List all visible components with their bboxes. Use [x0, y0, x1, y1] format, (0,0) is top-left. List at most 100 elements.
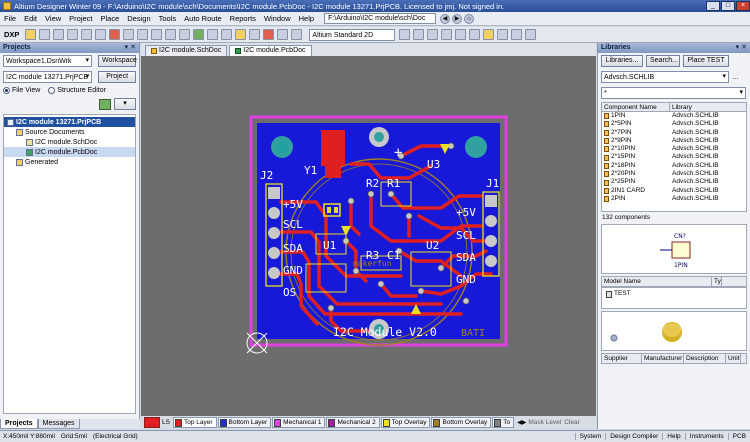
- col-supplier[interactable]: Supplier: [602, 354, 642, 363]
- nav-home-icon[interactable]: ⌂: [464, 13, 475, 24]
- col-library[interactable]: Library: [670, 103, 692, 111]
- layer-tab-top[interactable]: Top Layer: [172, 417, 217, 428]
- menu-help[interactable]: Help: [299, 14, 314, 23]
- folder-menu-button[interactable]: ▾: [114, 98, 136, 110]
- scroll-left-icon[interactable]: ◀▶: [517, 419, 526, 426]
- refresh-icon[interactable]: [99, 98, 111, 110]
- deselect-icon[interactable]: [179, 29, 191, 40]
- place-component-icon[interactable]: [525, 29, 537, 40]
- tree-pcbdoc[interactable]: I2C module.PcbDoc: [4, 147, 135, 157]
- undo-icon[interactable]: [207, 29, 219, 40]
- menu-tools[interactable]: Tools: [159, 14, 177, 23]
- component-row[interactable]: 2*15PIN Advsch.SCHLIB: [602, 153, 746, 161]
- tree-source-documents[interactable]: Source Documents: [4, 127, 135, 137]
- menu-file[interactable]: File: [4, 14, 16, 23]
- layer-tab-more[interactable]: To: [492, 417, 515, 428]
- menu-window[interactable]: Window: [264, 14, 291, 23]
- clear-button[interactable]: Clear: [564, 419, 580, 426]
- save-icon[interactable]: [39, 29, 51, 40]
- layers-icon[interactable]: [291, 29, 303, 40]
- place-button[interactable]: Place TEST: [683, 55, 729, 67]
- copy-icon[interactable]: [123, 29, 135, 40]
- layer-tab-top-overlay[interactable]: Top Overlay: [380, 417, 431, 428]
- project-button[interactable]: Project: [98, 71, 136, 83]
- component-row[interactable]: 2PIN Advsch.SCHLIB: [602, 195, 746, 203]
- nav-back-icon[interactable]: ◀: [440, 13, 451, 24]
- col-component-name[interactable]: Component Name: [602, 103, 670, 111]
- workspace-select[interactable]: Workspace1.DsnWrk: [3, 55, 92, 67]
- layer-tab-mech1[interactable]: Mechanical 1: [272, 417, 326, 428]
- col-model-type[interactable]: Ty: [712, 277, 722, 286]
- document-path-field[interactable]: F:\Arduino\I2C module\sch\Doc: [324, 13, 437, 24]
- component-row[interactable]: 2*10PIN Advsch.SCHLIB: [602, 145, 746, 153]
- menu-edit[interactable]: Edit: [24, 14, 37, 23]
- place-arc-icon[interactable]: [511, 29, 523, 40]
- redo-icon[interactable]: [221, 29, 233, 40]
- col-unit[interactable]: Unit: [726, 354, 741, 363]
- dxp-menu[interactable]: DXP: [4, 30, 19, 39]
- paste-icon[interactable]: [137, 29, 149, 40]
- tab-schdoc[interactable]: I2C module.SchDoc: [145, 45, 228, 56]
- zoom-fit-icon[interactable]: [95, 29, 107, 40]
- tab-pcbdoc[interactable]: I2C module.PcbDoc: [229, 45, 312, 56]
- workspace-button[interactable]: Workspace: [98, 55, 137, 67]
- component-row[interactable]: 2*9PIN Advsch.SCHLIB: [602, 137, 746, 145]
- status-instruments[interactable]: Instruments: [684, 433, 728, 440]
- panel-pin-icon[interactable]: ▾ ✕: [736, 43, 747, 53]
- maximize-button[interactable]: □: [721, 1, 735, 11]
- status-system[interactable]: System: [574, 433, 606, 440]
- structure-editor-radio[interactable]: [48, 87, 56, 94]
- highlight-icon[interactable]: [235, 29, 247, 40]
- search-button[interactable]: Search...: [646, 55, 680, 67]
- layer-tab-bottom[interactable]: Bottom Layer: [217, 417, 272, 428]
- mask-level-button[interactable]: Mask Level: [528, 419, 561, 426]
- component-row[interactable]: 2*18PIN Advsch.SCHLIB: [602, 162, 746, 170]
- move-icon[interactable]: [165, 29, 177, 40]
- component-row[interactable]: 2*5PIN Advsch.SCHLIB: [602, 120, 746, 128]
- col-manufacturer[interactable]: Manufacturer: [642, 354, 684, 363]
- close-button[interactable]: ×: [736, 1, 750, 11]
- tree-schdoc[interactable]: I2C module.SchDoc: [4, 137, 135, 147]
- place-pad-icon[interactable]: [455, 29, 467, 40]
- tree-generated[interactable]: Generated: [4, 157, 135, 167]
- select-icon[interactable]: [151, 29, 163, 40]
- tab-projects[interactable]: Projects: [0, 419, 38, 429]
- minimize-button[interactable]: _: [706, 1, 720, 11]
- nav-forward-icon[interactable]: ▶: [452, 13, 463, 24]
- place-via-icon[interactable]: [441, 29, 453, 40]
- 3d-view-icon[interactable]: [413, 29, 425, 40]
- status-help[interactable]: Help: [662, 433, 684, 440]
- layer-tab-bottom-overlay[interactable]: Bottom Overlay: [431, 417, 492, 428]
- component-row[interactable]: 2*7PIN Advsch.SCHLIB: [602, 129, 746, 137]
- grid-icon[interactable]: [193, 29, 205, 40]
- place-line-icon[interactable]: [497, 29, 509, 40]
- zoom-area-icon[interactable]: [81, 29, 93, 40]
- library-select[interactable]: Advsch.SCHLIB: [601, 71, 729, 83]
- cross-probe-icon[interactable]: [263, 29, 275, 40]
- status-design-compiler[interactable]: Design Compiler: [605, 433, 662, 440]
- library-options-button[interactable]: …: [732, 74, 739, 81]
- view-options-icon[interactable]: [399, 29, 411, 40]
- layer-set-button[interactable]: [144, 417, 160, 428]
- status-pcb[interactable]: PCB: [727, 433, 750, 440]
- menu-view[interactable]: View: [45, 14, 61, 23]
- view-configuration-select[interactable]: Altium Standard 2D: [309, 28, 396, 41]
- panel-pin-icon[interactable]: ▾ ✕: [125, 43, 136, 53]
- libraries-button[interactable]: Libraries...: [601, 55, 643, 67]
- route-icon[interactable]: [249, 29, 261, 40]
- layer-tab-mech2[interactable]: Mechanical 2: [326, 417, 380, 428]
- menu-project[interactable]: Project: [69, 14, 92, 23]
- cut-icon[interactable]: [109, 29, 121, 40]
- component-row[interactable]: 2*20PIN Advsch.SCHLIB: [602, 170, 746, 178]
- place-string-icon[interactable]: [469, 29, 481, 40]
- col-model-name[interactable]: Model Name: [602, 277, 712, 286]
- component-row[interactable]: 2IN1 CARD Advsch.SCHLIB: [602, 187, 746, 195]
- menu-place[interactable]: Place: [101, 14, 120, 23]
- place-fill-icon[interactable]: [483, 29, 495, 40]
- tab-messages[interactable]: Messages: [37, 419, 80, 429]
- file-view-radio[interactable]: [3, 87, 10, 94]
- zoom-icon[interactable]: [67, 29, 79, 40]
- pcb-canvas[interactable]: J2 J1 Y1 U3 U1 U2 R2 R1 R3 C1 +5V SCL SD…: [141, 56, 596, 418]
- tree-project[interactable]: I2C module 13271.PrjPCB: [4, 117, 135, 127]
- open-folder-icon[interactable]: [25, 29, 37, 40]
